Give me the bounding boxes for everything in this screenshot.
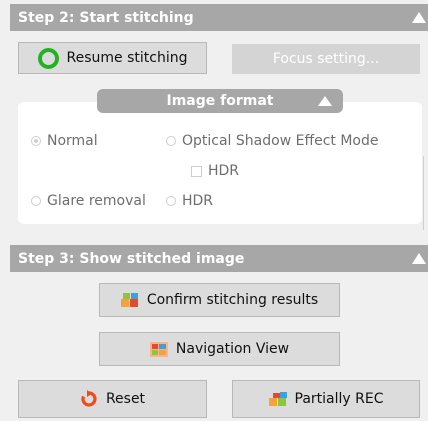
radio-button-icon [31,196,41,206]
radio-normal[interactable]: Normal [31,133,98,149]
confirm-stitching-button[interactable]: Confirm stitching results [99,283,340,317]
checkbox-icon [191,165,202,177]
reset-label: Reset [105,391,146,407]
step2-title: Step 2: Start stitching [18,9,194,26]
resume-stitching-label: Resume stitching [66,50,188,66]
image-format-title: Image format [166,93,274,109]
partially-rec-button[interactable]: Partially REC [232,380,420,418]
step3-title: Step 3: Show stitched image [18,250,245,267]
navigation-view-label: Navigation View [175,341,290,357]
checkbox-hdr-label: HDR [208,163,240,179]
resume-ring-icon [37,47,59,69]
radio-button-icon [31,136,41,146]
divider [423,156,424,230]
radio-glare-removal[interactable]: Glare removal [31,193,146,209]
collapse-arrow-icon[interactable] [412,253,426,264]
radio-glare-removal-label: Glare removal [47,193,146,209]
checkbox-hdr[interactable]: HDR [191,163,239,179]
stitch-images-icon [120,292,138,307]
partial-record-icon [268,391,287,406]
step2-header[interactable]: Step 2: Start stitching [10,4,428,31]
reset-icon [81,390,97,407]
radio-button-icon [166,136,176,146]
reset-button[interactable]: Reset [18,380,207,418]
focus-setting-button[interactable]: Focus setting... [232,44,420,74]
radio-hdr[interactable]: HDR [166,193,213,209]
step3-header[interactable]: Step 3: Show stitched image [10,245,428,272]
navigation-view-icon [149,341,168,357]
radio-optical-shadow-label: Optical Shadow Effect Mode [182,133,379,149]
collapse-arrow-icon[interactable] [412,12,426,23]
navigation-view-button[interactable]: Navigation View [99,332,340,366]
collapse-arrow-icon[interactable] [318,96,332,106]
radio-normal-label: Normal [47,133,98,149]
radio-hdr-label: HDR [182,193,214,209]
radio-optical-shadow[interactable]: Optical Shadow Effect Mode [166,133,378,149]
confirm-stitching-label: Confirm stitching results [146,292,319,308]
radio-button-icon [166,196,176,206]
resume-stitching-button[interactable]: Resume stitching [18,42,207,74]
partially-rec-label: Partially REC [294,391,384,407]
focus-setting-label: Focus setting... [272,51,380,67]
image-format-header[interactable]: Image format [97,89,343,113]
